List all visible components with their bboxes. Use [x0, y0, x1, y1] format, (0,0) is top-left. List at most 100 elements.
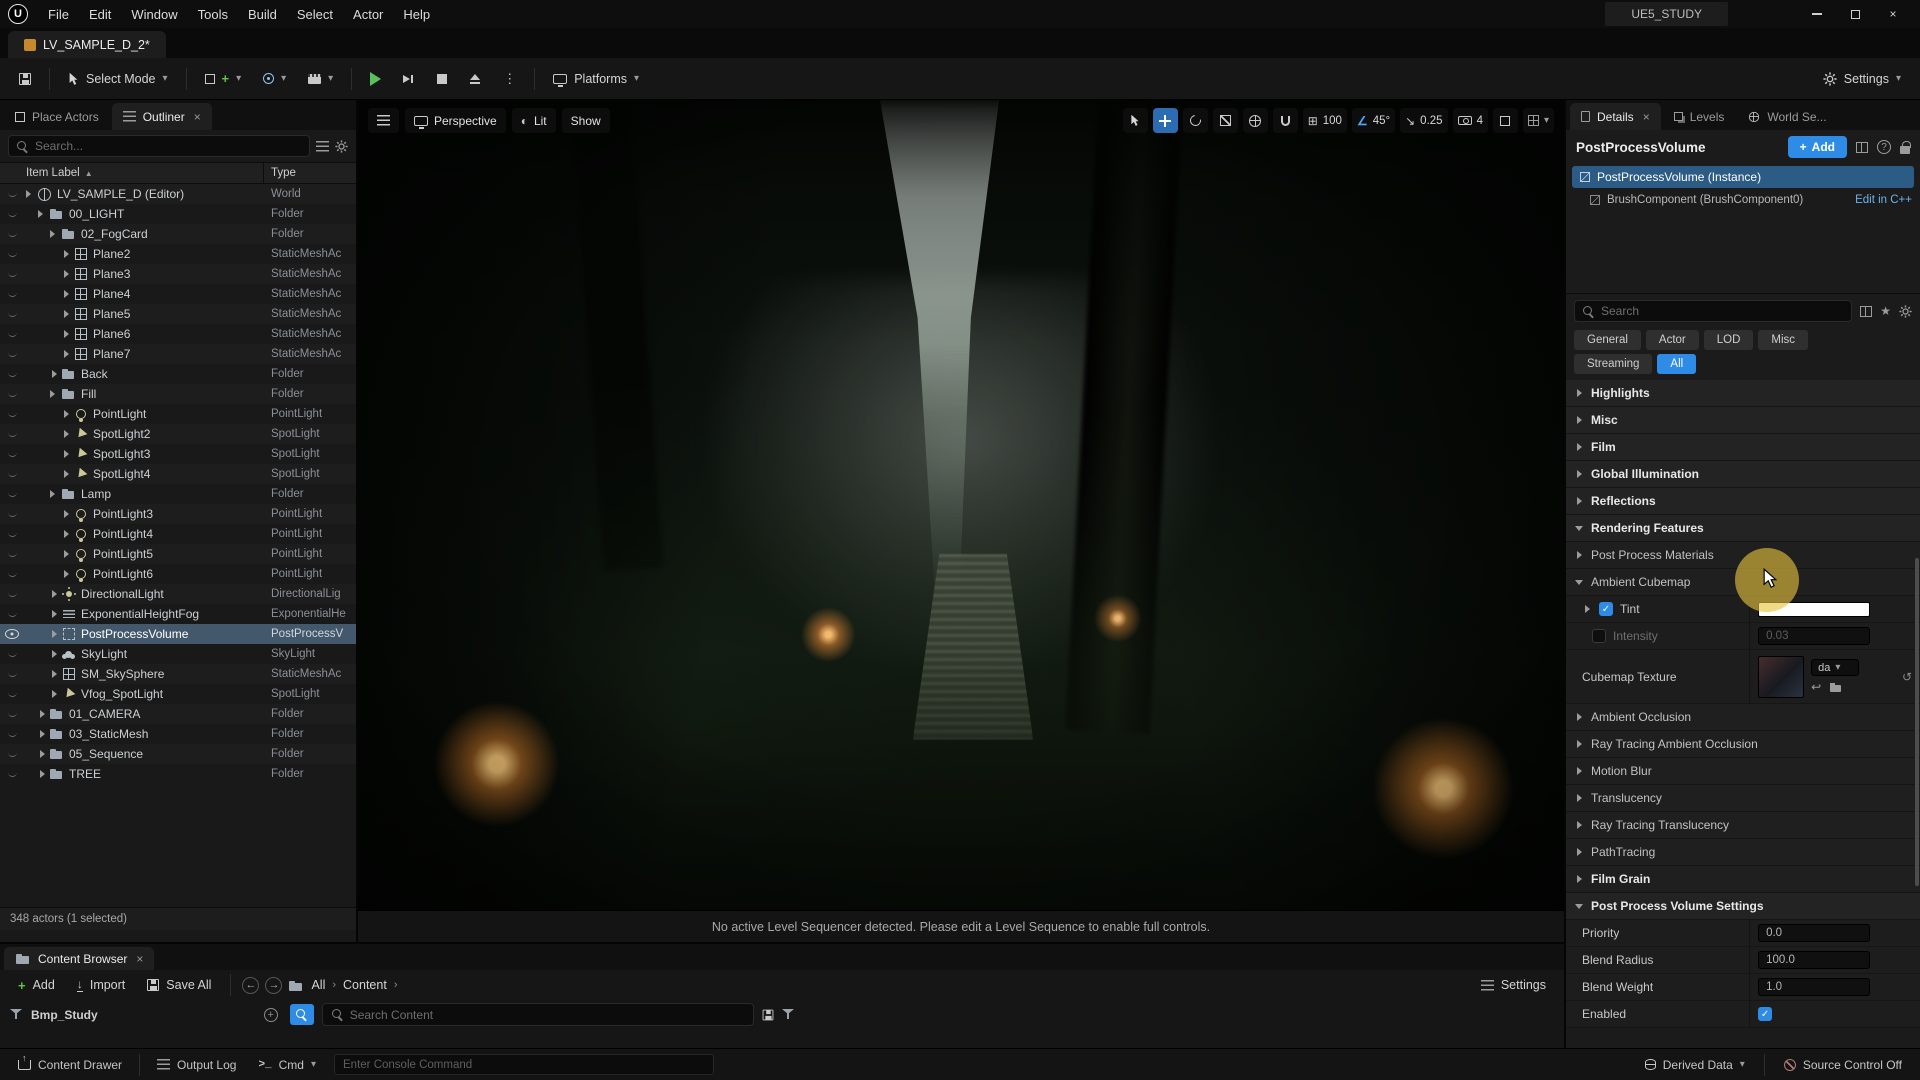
visibility-toggle[interactable] [0, 504, 24, 524]
expander-icon[interactable] [1574, 740, 1584, 748]
expander-icon[interactable] [1574, 526, 1584, 531]
outliner-row[interactable]: 01_CAMERA Folder [0, 704, 356, 724]
expander-icon[interactable] [1574, 821, 1584, 829]
category-row[interactable]: Translucency [1566, 785, 1920, 812]
menu-item[interactable]: Edit [79, 2, 121, 27]
outliner-row[interactable]: PointLight5 PointLight [0, 544, 356, 564]
expander-icon[interactable] [1574, 551, 1584, 559]
menu-item[interactable]: Window [121, 2, 187, 27]
details-filter-chip[interactable]: Misc [1758, 330, 1808, 350]
viewport-scene[interactable]: Perspective ◐Lit Show ⊞100 [358, 100, 1564, 910]
use-selected-asset-icon[interactable]: ↩ [1811, 680, 1821, 694]
add-component-button[interactable]: +Add [1788, 136, 1847, 158]
visibility-toggle[interactable] [0, 544, 24, 564]
expander-icon[interactable] [36, 750, 48, 758]
panel-options-icon[interactable] [1856, 142, 1868, 153]
category-row[interactable]: Misc [1566, 407, 1920, 434]
visibility-toggle[interactable] [0, 444, 24, 464]
blueprints-button[interactable] [254, 66, 295, 91]
expander-icon[interactable] [36, 770, 48, 778]
expander-icon[interactable] [1574, 794, 1584, 802]
category-row[interactable]: Reflections [1566, 488, 1920, 515]
outliner-settings-icon[interactable] [335, 140, 348, 153]
visibility-toggle[interactable] [0, 704, 24, 724]
tab-content-browser[interactable]: Content Browser × [4, 947, 154, 970]
visibility-toggle[interactable] [0, 464, 24, 484]
surface-snap-toggle[interactable] [1273, 108, 1298, 133]
outliner-row[interactable]: Plane6 StaticMeshAc [0, 324, 356, 344]
expander-icon[interactable] [48, 370, 60, 378]
visibility-toggle[interactable] [0, 424, 24, 444]
tab-world-settings[interactable]: World Se... [1737, 103, 1837, 130]
expander-icon[interactable] [60, 270, 72, 278]
outliner-filter-icon[interactable] [316, 141, 329, 152]
category-row[interactable]: Ray Tracing Translucency [1566, 812, 1920, 839]
tab-levels[interactable]: Levels [1663, 103, 1736, 130]
category-row[interactable]: Ambient Cubemap [1566, 569, 1920, 596]
menu-item[interactable]: Build [238, 2, 287, 27]
brush-component-row[interactable]: BrushComponent (BrushComponent0) Edit in… [1566, 190, 1920, 210]
intensity-override-checkbox[interactable] [1592, 629, 1606, 643]
scale-tool-button[interactable] [1213, 108, 1238, 133]
cb-settings-button[interactable]: Settings [1473, 974, 1554, 996]
world-space-toggle[interactable] [1243, 108, 1268, 133]
menu-item[interactable]: File [38, 2, 79, 27]
visibility-toggle[interactable] [0, 224, 24, 244]
outliner-row[interactable]: Fill Folder [0, 384, 356, 404]
expander-icon[interactable] [36, 730, 48, 738]
outliner-row[interactable]: 03_StaticMesh Folder [0, 724, 356, 744]
property-row-blend-weight[interactable]: Blend Weight 1.0 [1566, 974, 1920, 1001]
visibility-toggle[interactable] [0, 344, 24, 364]
outliner-row[interactable]: SM_SkySphere StaticMeshAc [0, 664, 356, 684]
category-row-volume-settings[interactable]: Post Process Volume Settings [1566, 893, 1920, 920]
expander-icon[interactable] [1574, 443, 1584, 451]
eject-button[interactable] [460, 66, 490, 92]
browse-to-asset-icon[interactable] [1830, 683, 1842, 692]
visibility-toggle[interactable] [0, 524, 24, 544]
outliner-row[interactable]: LV_SAMPLE_D (Editor) World [0, 184, 356, 204]
expander-icon[interactable] [48, 650, 60, 658]
outliner-row[interactable]: DirectionalLight DirectionalLig [0, 584, 356, 604]
outliner-row[interactable]: 02_FogCard Folder [0, 224, 356, 244]
close-icon[interactable]: × [194, 110, 201, 124]
expander-icon[interactable] [48, 610, 60, 618]
cb-import-button[interactable]: ↓Import [69, 974, 133, 996]
filters-funnel-icon[interactable] [10, 1009, 23, 1020]
visibility-toggle[interactable] [0, 184, 24, 204]
visibility-toggle[interactable] [0, 364, 24, 384]
expander-icon[interactable] [48, 630, 60, 638]
details-scrollbar[interactable] [1915, 558, 1919, 886]
details-filter-chip[interactable]: Actor [1646, 330, 1699, 350]
help-icon[interactable]: ? [1877, 140, 1891, 154]
expander-icon[interactable] [48, 390, 60, 398]
property-row-cubemap-texture[interactable]: Cubemap Texture da ↩ ↺ [1566, 650, 1920, 704]
back-button[interactable]: ← [242, 977, 259, 994]
expander-icon[interactable] [36, 210, 48, 218]
outliner-row[interactable]: PostProcessVolume PostProcessV [0, 624, 356, 644]
expander-icon[interactable] [1574, 848, 1584, 856]
content-searchbox[interactable] [322, 1003, 754, 1026]
visibility-toggle[interactable] [0, 624, 24, 644]
derived-data-button[interactable]: Derived Data [1635, 1053, 1755, 1077]
visibility-toggle[interactable] [0, 684, 24, 704]
visibility-toggle[interactable] [0, 304, 24, 324]
save-search-icon[interactable] [762, 1009, 773, 1020]
cinematics-button[interactable] [299, 66, 342, 91]
visibility-toggle[interactable] [0, 244, 24, 264]
enabled-checkbox[interactable]: ✓ [1758, 1007, 1772, 1021]
output-log-button[interactable]: Output Log [147, 1053, 246, 1077]
expander-icon[interactable] [36, 710, 48, 718]
platforms-dropdown[interactable]: Platforms [544, 65, 648, 93]
visibility-toggle[interactable] [0, 664, 24, 684]
expander-icon[interactable] [60, 410, 72, 418]
close-button[interactable]: × [1874, 1, 1912, 27]
outliner-row[interactable]: Vfog_SpotLight SpotLight [0, 684, 356, 704]
save-button[interactable] [10, 66, 40, 92]
details-filter-chip[interactable]: Streaming [1574, 354, 1652, 374]
tab-outliner[interactable]: Outliner × [112, 103, 212, 130]
outliner-row[interactable]: Plane2 StaticMeshAc [0, 244, 356, 264]
category-row[interactable]: Film [1566, 434, 1920, 461]
expander-icon[interactable] [1574, 904, 1584, 909]
outliner-row[interactable]: PointLight PointLight [0, 404, 356, 424]
visibility-toggle[interactable] [0, 264, 24, 284]
